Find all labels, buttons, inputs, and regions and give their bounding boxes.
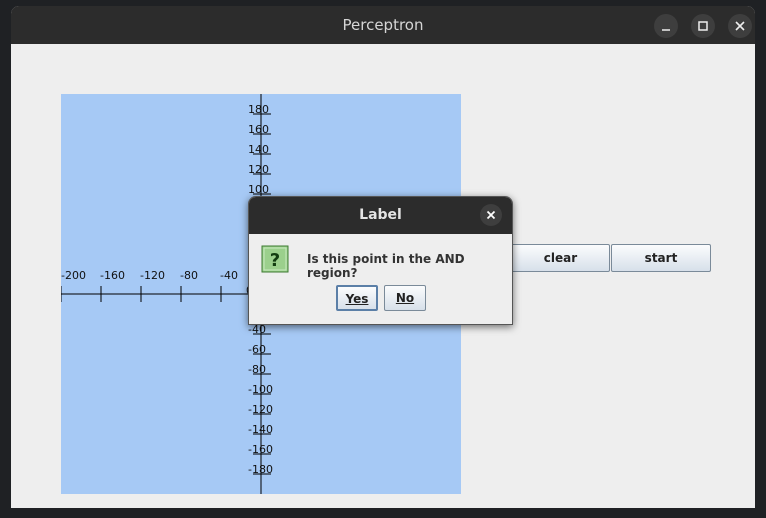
y-tick-label: -160 — [248, 443, 273, 456]
x-tick-label: -40 — [220, 269, 238, 282]
y-tick-label: 180 — [248, 103, 269, 116]
close-icon — [735, 21, 745, 31]
maximize-button[interactable] — [691, 14, 715, 38]
svg-text:?: ? — [270, 250, 280, 271]
maximize-icon — [698, 21, 708, 31]
label-dialog: Label ? Is this point in the AND region?… — [248, 196, 513, 325]
question-icon: ? — [261, 245, 289, 273]
dialog-message: Is this point in the AND region? — [307, 252, 465, 280]
dialog-title: Label — [359, 207, 402, 223]
close-button[interactable] — [728, 14, 752, 38]
start-button[interactable]: start — [611, 244, 711, 272]
y-tick-label: 160 — [248, 123, 269, 136]
clear-button[interactable]: clear — [511, 244, 610, 272]
title-bar[interactable]: Perceptron — [11, 6, 755, 44]
minimize-button[interactable] — [654, 14, 678, 38]
y-tick-label: 140 — [248, 143, 269, 156]
y-tick-label: -140 — [248, 423, 273, 436]
y-tick-label: 120 — [248, 163, 269, 176]
x-tick-label: -160 — [100, 269, 125, 282]
yes-button[interactable]: Yes — [336, 285, 378, 311]
x-tick-label: -200 — [61, 269, 86, 282]
x-tick-label: -120 — [140, 269, 165, 282]
y-tick-label: -60 — [248, 343, 266, 356]
y-tick-label: 100 — [248, 183, 269, 196]
y-tick-label: -120 — [248, 403, 273, 416]
close-icon — [486, 210, 496, 220]
dialog-title-bar[interactable]: Label — [249, 197, 512, 234]
x-tick-label: -80 — [180, 269, 198, 282]
no-button[interactable]: No — [384, 285, 426, 311]
window-title: Perceptron — [342, 16, 424, 34]
y-tick-label: -100 — [248, 383, 273, 396]
dialog-close-button[interactable] — [480, 204, 502, 226]
minimize-icon — [662, 29, 670, 31]
y-tick-label: -180 — [248, 463, 273, 476]
y-tick-label: -80 — [248, 363, 266, 376]
